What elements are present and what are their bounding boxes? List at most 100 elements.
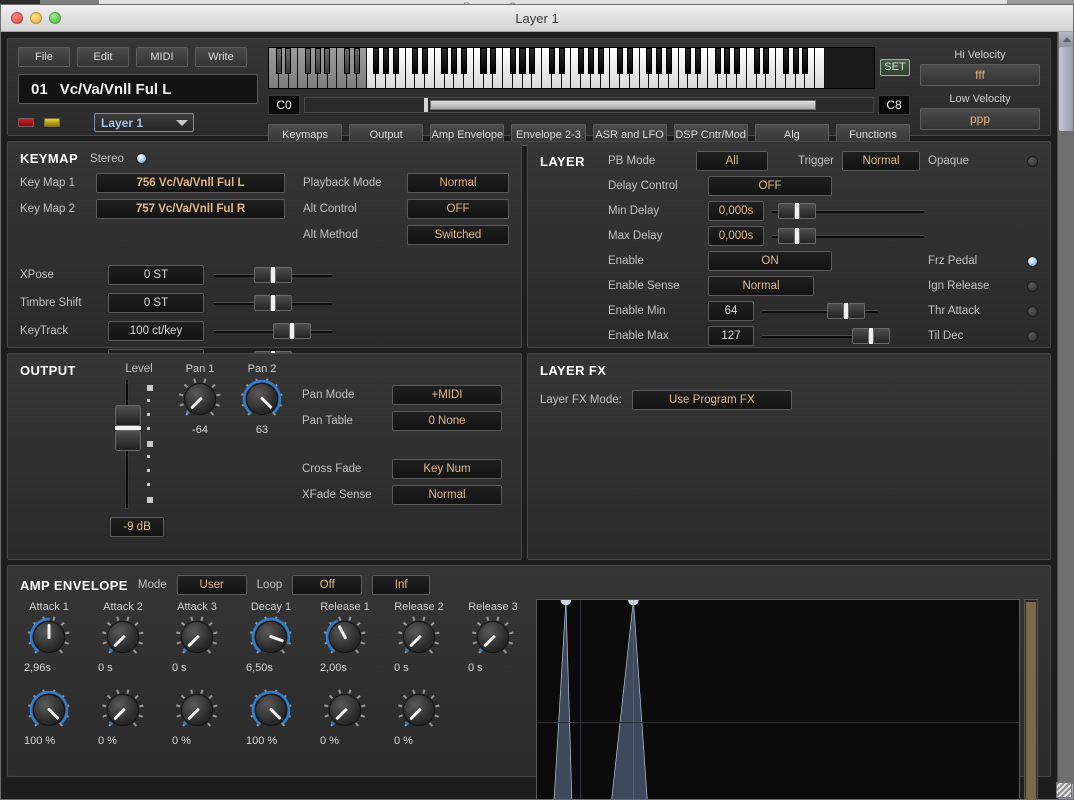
piano-black-key[interactable] xyxy=(597,48,604,74)
hi-velocity-value[interactable]: fff xyxy=(920,64,1040,86)
til-dec-led[interactable] xyxy=(1027,330,1038,342)
piano-black-key[interactable] xyxy=(656,48,663,74)
xfade-sense-value[interactable]: Normal xyxy=(392,485,502,505)
keymap-slider-value[interactable]: 0 ST xyxy=(108,293,204,313)
ign-release-led[interactable] xyxy=(1027,280,1038,292)
layer-fx-mode-value[interactable]: Use Program FX xyxy=(631,390,792,410)
amp-knob-control[interactable] xyxy=(397,688,441,732)
amp-inf-value[interactable]: Inf xyxy=(372,575,431,595)
amp-knob-control[interactable] xyxy=(101,688,145,732)
high-note-display[interactable]: C8 xyxy=(878,95,910,115)
enable-value[interactable]: ON xyxy=(708,251,832,271)
piano-black-key[interactable] xyxy=(285,48,292,74)
piano-black-key[interactable] xyxy=(343,48,350,74)
piano-black-key[interactable] xyxy=(480,48,487,74)
layer-dropdown[interactable]: Layer 1 xyxy=(94,113,194,132)
enable-max-slider[interactable] xyxy=(762,327,891,345)
program-name-field[interactable]: 01 Vc/Va/Vnll Ful L xyxy=(18,74,258,104)
piano-black-key[interactable] xyxy=(509,48,516,74)
window-titlebar[interactable]: Layer 1 xyxy=(1,5,1073,32)
piano-black-key[interactable] xyxy=(324,48,331,74)
alt-control-value[interactable]: OFF xyxy=(407,199,509,219)
level-fader[interactable] xyxy=(113,379,165,509)
amp-knob-control[interactable] xyxy=(101,615,145,659)
amp-knob-control[interactable] xyxy=(471,615,515,659)
piano-black-key[interactable] xyxy=(753,48,760,74)
piano-black-key[interactable] xyxy=(412,48,419,74)
stereo-led[interactable] xyxy=(135,153,147,164)
piano-black-key[interactable] xyxy=(714,48,721,74)
pan1-knob[interactable] xyxy=(178,377,222,421)
piano-black-key[interactable] xyxy=(665,48,672,74)
edit-button[interactable]: Edit xyxy=(77,47,129,67)
piano-black-key[interactable] xyxy=(529,48,536,74)
low-velocity-value[interactable]: ppp xyxy=(920,108,1040,130)
min-delay-value[interactable]: 0,000s xyxy=(708,201,764,221)
amp-knob-control[interactable] xyxy=(249,615,293,659)
amp-knob-control[interactable] xyxy=(323,688,367,732)
frz-pedal-led[interactable] xyxy=(1027,255,1038,267)
piano-black-key[interactable] xyxy=(460,48,467,74)
amp-knob-control[interactable] xyxy=(397,615,441,659)
amp-knob-control[interactable] xyxy=(27,688,71,732)
piano-black-key[interactable] xyxy=(490,48,497,74)
fader-handle[interactable] xyxy=(115,405,141,451)
piano-black-key[interactable] xyxy=(519,48,526,74)
key-range-slider[interactable] xyxy=(304,97,874,113)
main-vertical-scrollbar[interactable] xyxy=(1057,32,1073,799)
piano-black-key[interactable] xyxy=(734,48,741,74)
trigger-value[interactable]: Normal xyxy=(842,151,920,171)
scroll-thumb[interactable] xyxy=(1059,47,1073,131)
envelope-breakpoint[interactable] xyxy=(560,600,572,606)
piano-black-key[interactable] xyxy=(802,48,809,74)
piano-black-key[interactable] xyxy=(275,48,282,74)
min-delay-slider[interactable] xyxy=(772,202,924,220)
amp-knob-control[interactable] xyxy=(175,615,219,659)
keymap-slider-control[interactable] xyxy=(214,294,332,312)
piano-black-key[interactable] xyxy=(382,48,389,74)
piano-black-key[interactable] xyxy=(578,48,585,74)
piano-black-key[interactable] xyxy=(626,48,633,74)
piano-black-key[interactable] xyxy=(451,48,458,74)
range-left-handle[interactable] xyxy=(424,98,429,112)
opaque-led[interactable] xyxy=(1027,155,1038,167)
playback-mode-value[interactable]: Normal xyxy=(407,173,509,193)
pb-mode-value[interactable]: All xyxy=(696,151,768,171)
piano-white-key[interactable] xyxy=(815,48,825,88)
key-map-2-value[interactable]: 757 Vc/Va/Vnll Ful R xyxy=(96,199,285,219)
write-button[interactable]: Write xyxy=(195,47,247,67)
piano-black-key[interactable] xyxy=(782,48,789,74)
piano-black-key[interactable] xyxy=(441,48,448,74)
thr-attack-led[interactable] xyxy=(1027,305,1038,317)
piano-black-key[interactable] xyxy=(558,48,565,74)
pan-table-value[interactable]: 0 None xyxy=(392,411,502,431)
piano-black-key[interactable] xyxy=(587,48,594,74)
keymap-slider-control[interactable] xyxy=(214,266,332,284)
alt-method-value[interactable]: Switched xyxy=(407,225,509,245)
delay-control-value[interactable]: OFF xyxy=(708,176,832,196)
piano-black-key[interactable] xyxy=(695,48,702,74)
enable-max-value[interactable]: 127 xyxy=(708,326,754,346)
enable-min-slider[interactable] xyxy=(762,302,878,320)
keymap-slider-control[interactable] xyxy=(214,322,332,340)
piano-black-key[interactable] xyxy=(392,48,399,74)
amp-knob-control[interactable] xyxy=(175,688,219,732)
set-button[interactable]: SET xyxy=(880,59,910,76)
scroll-up-arrow[interactable] xyxy=(1059,32,1073,47)
amp-mode-value[interactable]: User xyxy=(176,575,247,595)
piano-black-key[interactable] xyxy=(617,48,624,74)
piano-black-key[interactable] xyxy=(353,48,360,74)
piano-black-key[interactable] xyxy=(314,48,321,74)
enable-sense-value[interactable]: Normal xyxy=(708,276,814,296)
piano-black-key[interactable] xyxy=(304,48,311,74)
piano-black-key[interactable] xyxy=(548,48,555,74)
envelope-graph[interactable] xyxy=(536,599,1020,799)
amp-knob-control[interactable] xyxy=(27,615,71,659)
graph-vertical-scrollbar[interactable] xyxy=(1024,599,1038,799)
keymap-slider-value[interactable]: 0 ST xyxy=(108,265,204,285)
amp-knob-control[interactable] xyxy=(323,615,367,659)
midi-button[interactable]: MIDI xyxy=(136,47,188,67)
piano-black-key[interactable] xyxy=(373,48,380,74)
pan2-knob[interactable] xyxy=(240,377,284,421)
file-button[interactable]: File xyxy=(18,47,70,67)
